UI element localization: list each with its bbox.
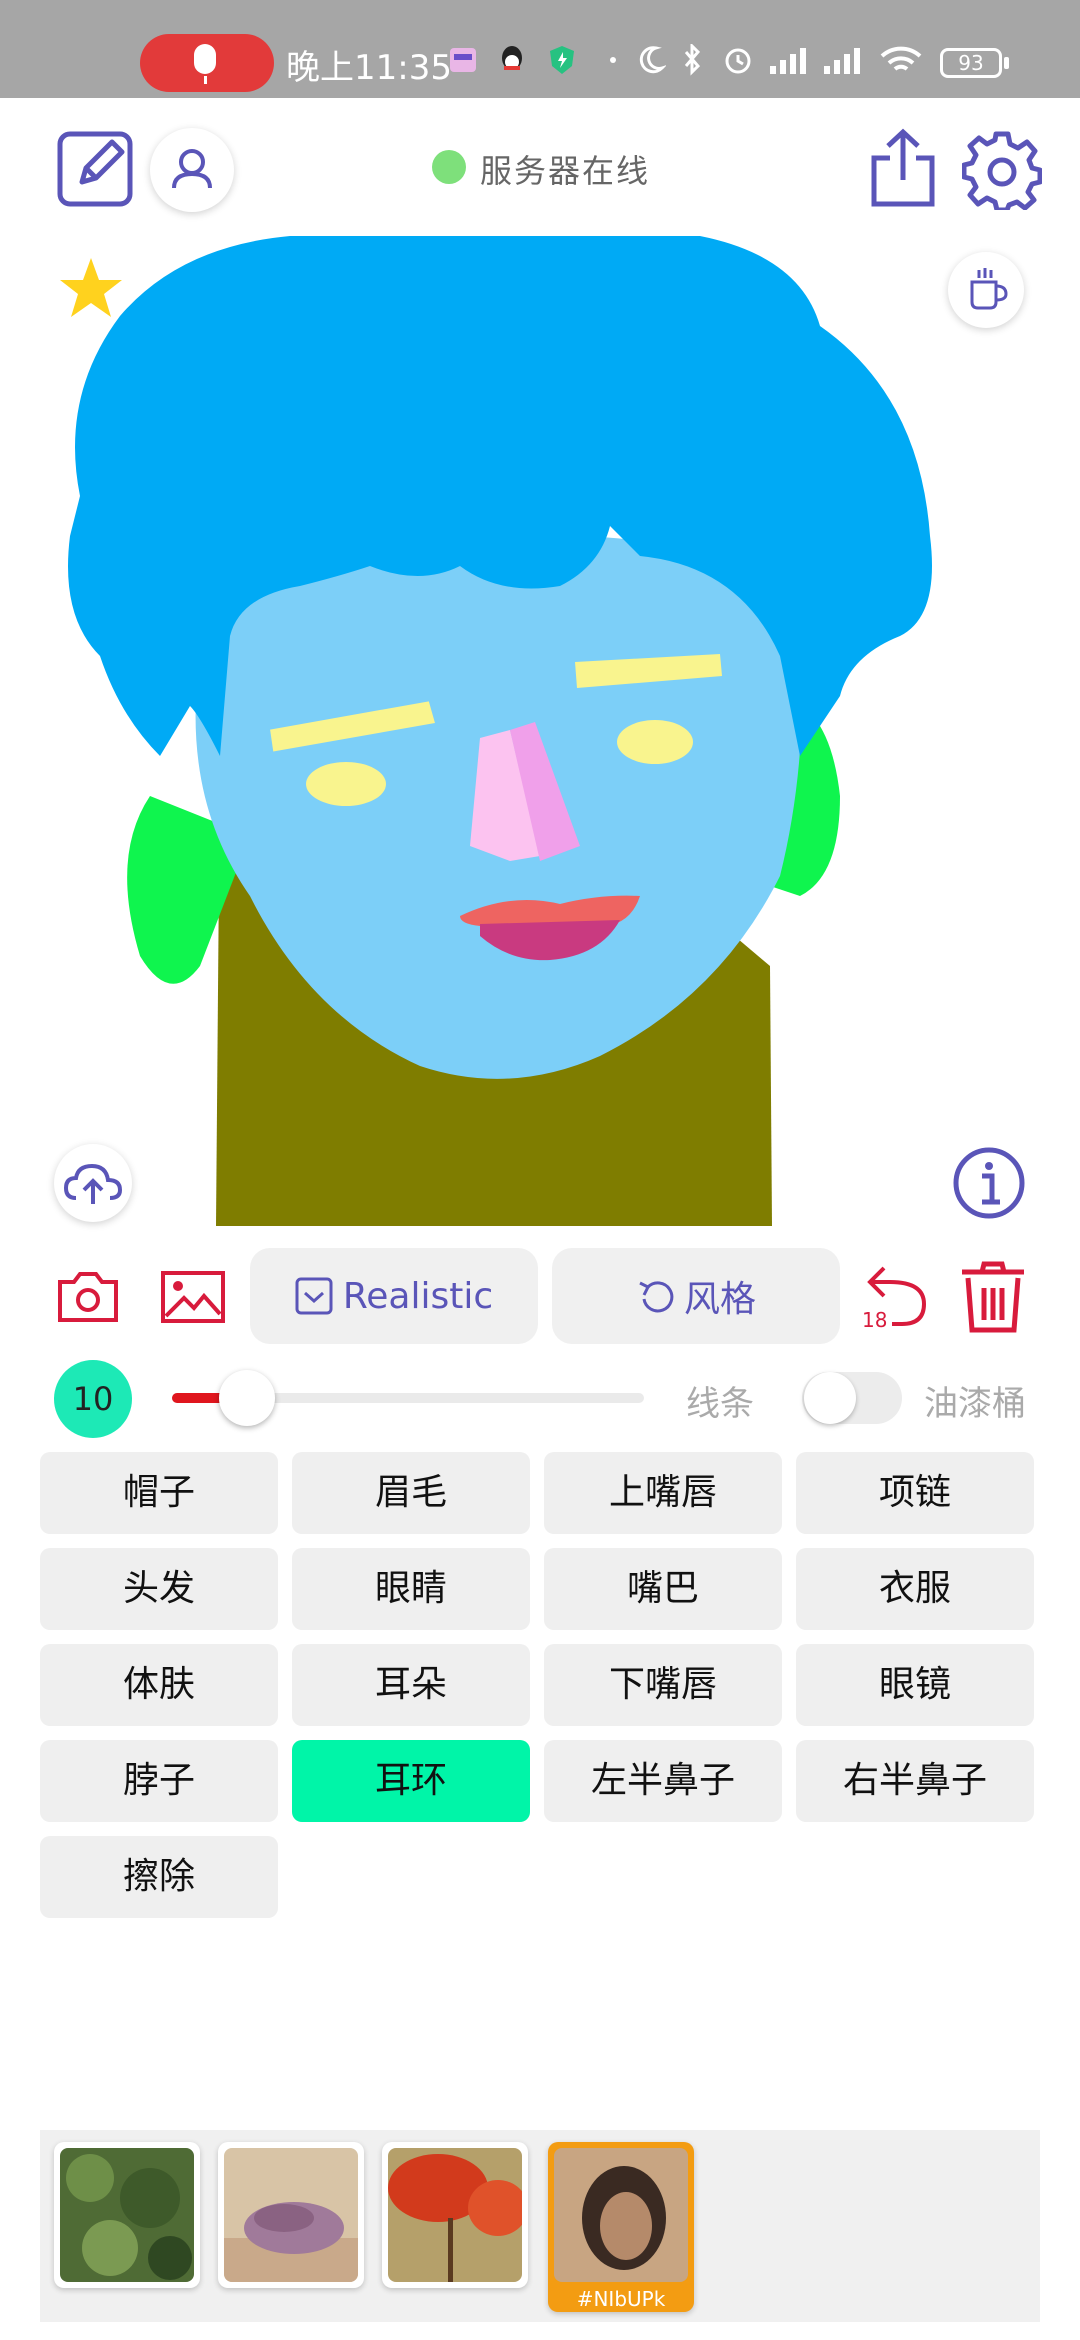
trash-icon[interactable]	[958, 1260, 1028, 1334]
part-button[interactable]: 左半鼻子	[544, 1740, 782, 1822]
part-button[interactable]: 衣服	[796, 1548, 1034, 1630]
server-status-dot	[432, 150, 466, 184]
flowers-image	[224, 2148, 358, 2282]
profile-button[interactable]	[150, 128, 234, 212]
drawing-canvas[interactable]	[40, 236, 940, 1236]
moon-icon	[639, 46, 666, 74]
app-notification-icon	[450, 48, 476, 72]
model-label: Realistic	[342, 1275, 494, 1317]
left-eye	[306, 762, 386, 806]
coffee-button[interactable]	[948, 252, 1024, 328]
right-eye	[617, 720, 693, 764]
style-thumbnail-red-trees[interactable]	[382, 2142, 528, 2288]
part-button[interactable]: 上嘴唇	[544, 1452, 782, 1534]
forest-image	[60, 2148, 194, 2282]
part-button[interactable]: 擦除	[40, 1836, 278, 1918]
cloud-upload-button[interactable]	[54, 1144, 132, 1222]
wifi-icon	[880, 46, 922, 71]
mic-recording-indicator[interactable]	[140, 34, 274, 92]
part-button[interactable]: 下嘴唇	[544, 1644, 782, 1726]
user-icon	[172, 149, 212, 189]
part-button[interactable]: 帽子	[40, 1452, 278, 1534]
refresh-icon	[639, 1281, 674, 1313]
paint-bucket-toggle[interactable]	[802, 1372, 902, 1424]
part-button[interactable]: 右半鼻子	[796, 1740, 1034, 1822]
selected-style-tag: #NIbUPk	[576, 2287, 666, 2311]
top-app-bar: 服务器在线	[0, 98, 1080, 238]
shield-icon	[550, 46, 574, 74]
toggle-knob	[804, 1372, 856, 1424]
checkbox-icon	[295, 1277, 333, 1315]
edit-icon[interactable]	[56, 128, 136, 208]
info-icon[interactable]	[952, 1146, 1026, 1220]
part-button[interactable]: 项链	[796, 1452, 1034, 1534]
style-button[interactable]: 风格	[552, 1248, 840, 1344]
model-select-button[interactable]: Realistic	[250, 1248, 538, 1344]
signal-icon	[770, 48, 806, 74]
coffee-cup-icon	[970, 268, 1008, 310]
part-button[interactable]: 眉毛	[292, 1452, 530, 1534]
part-button[interactable]: 脖子	[40, 1740, 278, 1822]
status-bar: 晚上11:35 93	[0, 0, 1080, 98]
line-mode-label: 线条	[686, 1384, 754, 1424]
microphone-icon	[194, 44, 216, 74]
server-status-text: 服务器在线	[480, 152, 651, 190]
style-label: 风格	[683, 1279, 756, 1320]
gear-icon[interactable]	[962, 130, 1042, 210]
style-thumbnail-flowers[interactable]	[218, 2142, 364, 2288]
slider-thumb[interactable]	[219, 1370, 275, 1426]
brush-size-indicator[interactable]: 10	[54, 1360, 132, 1438]
share-icon[interactable]	[868, 128, 938, 208]
part-button[interactable]: 耳朵	[292, 1644, 530, 1726]
status-time: 晚上11:35	[286, 48, 452, 88]
style-thumbnail-forest[interactable]	[54, 2142, 200, 2288]
portrait-image	[554, 2148, 688, 2282]
part-button[interactable]: 头发	[40, 1548, 278, 1630]
part-button[interactable]: 嘴巴	[544, 1548, 782, 1630]
part-button[interactable]: 耳环	[292, 1740, 530, 1822]
camera-icon[interactable]	[56, 1268, 120, 1324]
star-icon[interactable]	[56, 254, 126, 324]
part-button[interactable]: 眼镜	[796, 1644, 1034, 1726]
battery-indicator: 93	[940, 48, 1002, 78]
cloud-upload-icon	[63, 1163, 123, 1204]
signal-hd-icon	[824, 48, 860, 74]
undo-count: 18	[862, 1308, 888, 1332]
red-trees-image	[388, 2148, 522, 2282]
paint-bucket-label: 油漆桶	[924, 1384, 1026, 1424]
dot-icon	[610, 57, 616, 63]
image-gallery-icon[interactable]	[160, 1270, 226, 1324]
qq-icon	[502, 46, 522, 70]
bluetooth-icon	[684, 44, 701, 76]
part-button[interactable]: 眼睛	[292, 1548, 530, 1630]
style-thumbnail-selected[interactable]: #NIbUPk	[548, 2142, 694, 2312]
part-button[interactable]: 体肤	[40, 1644, 278, 1726]
alarm-icon	[725, 48, 751, 74]
